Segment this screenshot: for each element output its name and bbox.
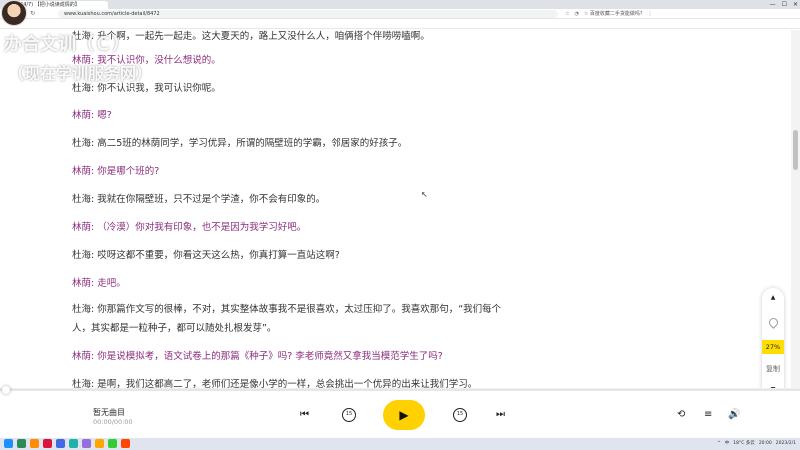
article-content: ↖ 杜海: 升个啊，一起先一起走。这大夏天的，路上又没什么人，咱俩搭个伴唠唠嗑啊… <box>0 30 800 388</box>
clock-time[interactable]: 20:00 <box>759 438 772 450</box>
taskbar-app-icon[interactable] <box>43 439 52 448</box>
taskbar-app-icon[interactable] <box>108 439 117 448</box>
player-progress-bar[interactable] <box>0 386 800 394</box>
input-method-indicator[interactable]: 中 <box>725 438 730 450</box>
volume-button[interactable]: 🔊 <box>728 409 740 420</box>
address-bar-actions: ☆ ◔ ☆ 百度收藏二手货能做吗? ⋮ <box>565 9 653 19</box>
taskbar-app-icon[interactable] <box>69 439 78 448</box>
page-scrollbar[interactable] <box>791 30 800 388</box>
os-taskbar: ^ 中 18°C 多云 20:00 2023/2/1 <box>0 438 800 450</box>
dialogue-line: 林荫: 我不认识你，没什么想说的。 <box>72 55 221 66</box>
forward-15-button[interactable]: 15 <box>453 408 467 422</box>
dialogue-line: 杜海: 哎呀这都不重要，你看这天这么热，你真打算一直站这啊? <box>72 250 340 261</box>
reload-button[interactable]: ↻ <box>30 9 35 19</box>
browser-tab-bar: (94/7) 【把小说读成情的】 — ☐ ✕ <box>0 0 800 9</box>
avatar <box>1 0 27 26</box>
taskbar-app-icon[interactable] <box>4 439 13 448</box>
track-title: 暂无曲目 <box>93 408 125 417</box>
dialogue-line: 杜海: 你那篇作文写的很棒，不对，其实整体故事我不是很喜欢，太过压抑了。我喜欢那… <box>72 304 502 315</box>
like-button[interactable] <box>762 316 784 329</box>
loop-mode-button[interactable]: ⟲ <box>677 409 685 420</box>
url-input[interactable]: www.kuaishou.com/article-detail/8472 <box>58 10 558 18</box>
bookmark-star-icon[interactable]: ☆ <box>565 9 569 19</box>
track-time: 00:00/00:00 <box>93 418 133 426</box>
window-controls: — ☐ ✕ <box>770 0 798 9</box>
rewind-15-button[interactable]: 15 <box>342 408 356 422</box>
dialogue-line: 杜海: 你不认识我，我可认识你呢。 <box>72 83 221 94</box>
read-progress-percent: 27% <box>762 340 784 354</box>
progress-handle[interactable] <box>2 386 10 394</box>
dialogue-line: 杜海: 是啊，我们这都高二了，老师们还是像小学的一样，总会挑出一个优异的出来让我… <box>72 379 478 388</box>
audio-player: 暂无曲目 00:00/00:00 ⏮ 15 ▶ 15 ⏭ ⟲ ≡ 🔊 <box>0 386 800 438</box>
play-button[interactable]: ▶ <box>383 400 425 430</box>
copy-button[interactable]: 复制 <box>762 364 784 374</box>
weather-indicator[interactable]: 18°C 多云 <box>733 438 755 450</box>
heart-icon <box>766 316 780 329</box>
close-window-button[interactable]: ✕ <box>793 0 798 9</box>
minimize-button[interactable]: — <box>770 0 776 9</box>
next-track-button[interactable]: ⏭ <box>496 409 505 420</box>
dialogue-line: 林荫: 嗯? <box>72 110 112 121</box>
scroll-up-button[interactable]: ▲ <box>762 294 784 301</box>
dialogue-line: 林荫: （冷漠）你对我有印象，也不是因为我学习好吧。 <box>72 222 307 233</box>
scrollbar-thumb[interactable] <box>793 130 798 170</box>
tab-title: (94/7) 【把小说读成情的】 <box>18 2 80 8</box>
tray-expand-icon[interactable]: ^ <box>717 438 721 450</box>
previous-track-button[interactable]: ⏮ <box>300 409 309 420</box>
dialogue-line: 林荫: 走吧。 <box>72 278 126 289</box>
address-bar-row: ← → ↻ www.kuaishou.com/article-detail/84… <box>0 9 800 19</box>
system-tray: ^ 中 18°C 多云 20:00 2023/2/1 <box>717 438 796 450</box>
playlist-button[interactable]: ≡ <box>704 409 712 420</box>
clock-date[interactable]: 2023/2/1 <box>776 438 796 450</box>
dialogue-line: 人，其实都是一粒种子，都可以随处扎根发芽”。 <box>72 323 277 334</box>
taskbar-app-icon[interactable] <box>95 439 104 448</box>
bookmarks-bar: 百度YZA开发者联盟搜狗输入法地图实验室加盟网搜服务平台公益文库视频知识学院新闻… <box>0 19 800 29</box>
maximize-button[interactable]: ☐ <box>782 0 787 9</box>
dialogue-line: 杜海: 升个啊，一起先一起走。这大夏天的，路上又没什么人，咱俩搭个伴唠唠嗑啊。 <box>72 31 430 42</box>
profile-icon[interactable]: ◔ <box>574 9 578 19</box>
taskbar-app-icons <box>4 439 130 449</box>
side-float-panel: ▲ 27% 复制 ▼ <box>762 288 784 400</box>
search-hint[interactable]: ☆ 百度收藏二手货能做吗? <box>584 9 643 19</box>
dialogue-line: 林荫: 你是哪个班的? <box>72 166 160 177</box>
menu-icon[interactable]: ⋮ <box>648 9 653 19</box>
taskbar-app-icon[interactable] <box>56 439 65 448</box>
taskbar-app-icon[interactable] <box>82 439 91 448</box>
dialogue-line: 杜海: 我就在你隔壁班，只不过是个学渣，你不会有印象的。 <box>72 194 326 205</box>
dialogue-line: 杜海: 高二5班的林荫同学，学习优异，所谓的隔壁班的学霸，邻居家的好孩子。 <box>72 138 408 149</box>
dialogue-line: 林荫: 你是说模拟考，语文试卷上的那篇《种子》吗? 李老师竟然又拿我当模范学生了… <box>72 351 443 362</box>
taskbar-app-icon[interactable] <box>30 439 39 448</box>
taskbar-app-icon[interactable] <box>17 439 26 448</box>
taskbar-app-icon[interactable] <box>121 439 130 448</box>
